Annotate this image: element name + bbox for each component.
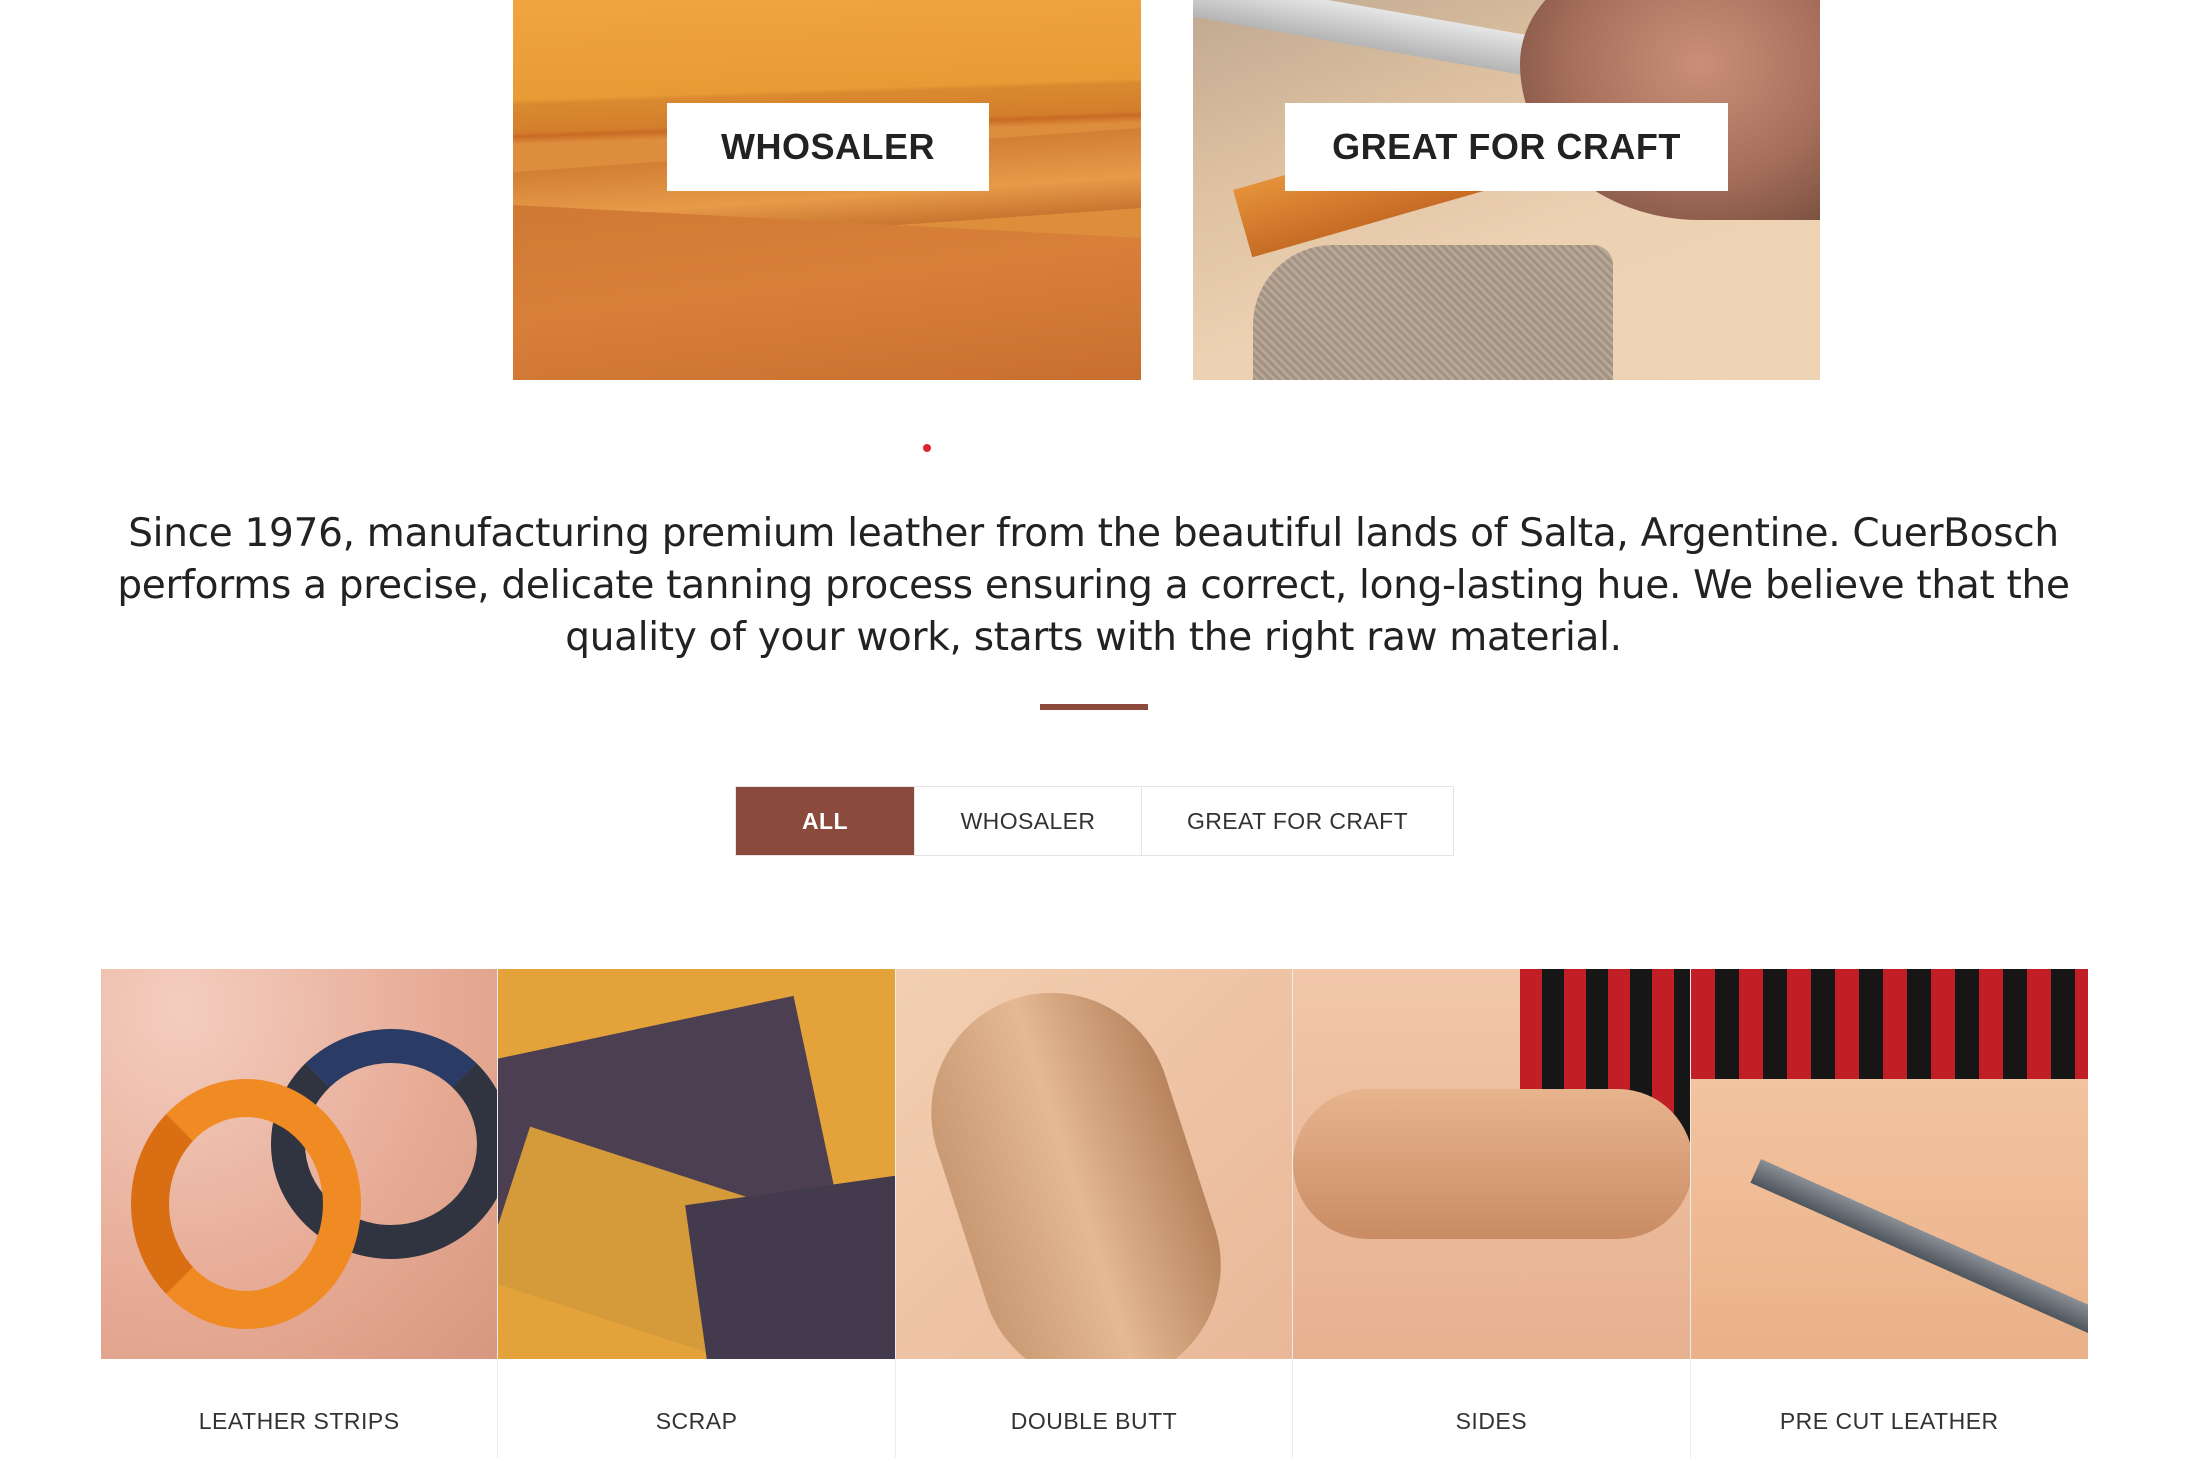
- product-image-roll: [899, 969, 1252, 1359]
- product-card-sides[interactable]: SIDES: [1293, 969, 1691, 1458]
- product-card-double-butt[interactable]: DOUBLE BUTT: [895, 969, 1294, 1458]
- product-image-roll: [1293, 1089, 1690, 1239]
- banner-great-for-craft[interactable]: GREAT FOR CRAFT: [1193, 0, 1820, 380]
- product-image[interactable]: [1293, 969, 1690, 1359]
- carousel-dot[interactable]: [923, 444, 931, 452]
- product-image-piece: [685, 1174, 895, 1359]
- product-label[interactable]: DOUBLE BUTT: [896, 1408, 1292, 1435]
- product-card-scrap[interactable]: SCRAP: [498, 969, 896, 1458]
- intro-text: Since 1976, manufacturing premium leathe…: [117, 511, 2070, 660]
- product-image[interactable]: [1690, 969, 2088, 1359]
- product-image-shirt: [1690, 969, 2088, 1079]
- product-grid: LEATHER STRIPS SCRAP DOUBLE BUTT SIDES P…: [101, 969, 2088, 1458]
- banner-label[interactable]: WHOSALER: [667, 103, 989, 191]
- section-divider: [1040, 704, 1148, 710]
- product-card-leather-strips[interactable]: LEATHER STRIPS: [101, 969, 499, 1458]
- filter-tabs: ALL WHOSALER GREAT FOR CRAFT: [735, 786, 1454, 856]
- product-label[interactable]: SCRAP: [498, 1408, 894, 1435]
- product-image-ruler: [1749, 1159, 2088, 1338]
- filter-all-button[interactable]: ALL: [736, 787, 915, 855]
- product-label[interactable]: LEATHER STRIPS: [101, 1408, 497, 1435]
- filter-whosaler-button[interactable]: WHOSALER: [915, 787, 1142, 855]
- product-label[interactable]: SIDES: [1293, 1408, 1689, 1435]
- product-image-roll: [131, 1079, 361, 1329]
- product-image[interactable]: [895, 969, 1293, 1359]
- filter-great-for-craft-button[interactable]: GREAT FOR CRAFT: [1142, 787, 1453, 855]
- product-label[interactable]: PRE CUT LEATHER: [1691, 1408, 2088, 1435]
- product-image[interactable]: [498, 969, 895, 1359]
- product-card-pre-cut-leather[interactable]: PRE CUT LEATHER: [1690, 969, 2088, 1458]
- product-image[interactable]: [101, 969, 498, 1359]
- banner-image-fabric: [1253, 245, 1613, 380]
- banner-whosaler[interactable]: WHOSALER: [513, 0, 1141, 380]
- banner-label[interactable]: GREAT FOR CRAFT: [1285, 103, 1728, 191]
